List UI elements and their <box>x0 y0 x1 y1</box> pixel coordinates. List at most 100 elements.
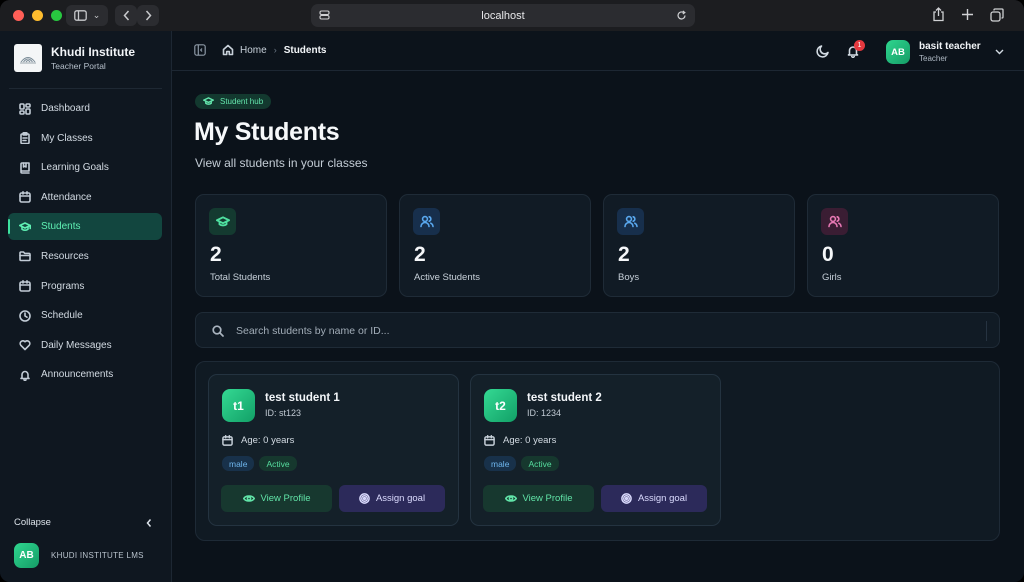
assign-goal-label: Assign goal <box>375 493 426 504</box>
view-profile-button[interactable]: View Profile <box>221 485 332 512</box>
window-controls <box>13 10 62 21</box>
search-divider <box>986 321 987 341</box>
brand[interactable]: Khudi Institute Teacher Portal <box>14 44 135 72</box>
sidebar-item-label: Learning Goals <box>41 162 109 174</box>
sidebar-item-programs[interactable]: Programs <box>8 273 162 300</box>
user-role: Teacher <box>919 54 948 63</box>
user-menu[interactable]: AB basit teacher Teacher <box>886 40 1004 64</box>
reload-icon[interactable] <box>676 10 687 21</box>
student-id: ID: 1234 <box>527 408 562 418</box>
sidebar-item-daily-messages[interactable]: Daily Messages <box>8 332 162 359</box>
back-button[interactable] <box>115 5 137 26</box>
sidebar-item-students[interactable]: Students <box>8 213 162 241</box>
site-settings-icon <box>319 10 330 20</box>
stat-label: Boys <box>618 272 640 283</box>
maximize-window-button[interactable] <box>51 10 62 21</box>
share-icon[interactable] <box>932 7 945 22</box>
sidebar-item-announcements[interactable]: Announcements <box>8 361 162 388</box>
stat-icon-bg <box>617 208 644 235</box>
footer-label: KHUDI INSTITUTE LMS <box>51 551 144 560</box>
student-age-text: Age: 0 years <box>503 435 557 446</box>
sidebar-item-label: My Classes <box>41 132 93 144</box>
calendar-icon <box>19 191 31 204</box>
sidebar-item-label: Programs <box>41 280 85 292</box>
graduation-cap-icon <box>203 97 214 105</box>
moon-icon <box>816 45 829 58</box>
search-bar <box>195 312 1000 348</box>
clock-icon <box>19 309 31 322</box>
graduation-cap-icon <box>19 222 31 231</box>
stat-label: Girls <box>822 272 842 283</box>
theme-toggle-button[interactable] <box>816 44 830 63</box>
collapse-button[interactable]: Collapse <box>14 517 156 528</box>
brand-logo <box>14 44 42 72</box>
user-name: basit teacher <box>919 41 981 52</box>
student-avatar: t1 <box>222 389 255 422</box>
dashboard-icon <box>19 102 31 115</box>
home-icon <box>222 44 234 56</box>
page-title: My Students <box>194 118 340 146</box>
search-input[interactable] <box>230 319 984 343</box>
browser-toolbar: ⌄ localhost <box>0 0 1024 31</box>
sidebar-item-dashboard[interactable]: Dashboard <box>8 95 162 122</box>
clipboard-icon <box>20 132 30 145</box>
divider <box>9 88 162 89</box>
page-subtitle: View all students in your classes <box>195 156 368 170</box>
calendar-icon <box>222 435 233 446</box>
sidebar-item-label: Schedule <box>41 310 83 322</box>
breadcrumb-current: Students <box>283 44 327 56</box>
sidebar-item-attendance[interactable]: Attendance <box>8 184 162 211</box>
topbar: Home › Students 1 AB basit teacher Teach… <box>172 31 1024 71</box>
view-profile-button[interactable]: View Profile <box>483 485 594 512</box>
minimize-window-button[interactable] <box>32 10 43 21</box>
url-text: localhost <box>481 9 525 22</box>
students-panel: t1 test student 1 ID: st123 Age: 0 years… <box>195 361 1000 541</box>
heart-icon <box>19 340 31 351</box>
assign-goal-button[interactable]: Assign goal <box>601 485 707 512</box>
student-age: Age: 0 years <box>484 435 556 446</box>
new-tab-icon[interactable] <box>961 8 974 21</box>
stat-card-girls: 0 Girls <box>807 194 999 297</box>
status-badge: Active <box>521 456 559 471</box>
sidebar-toggle-button[interactable]: ⌄ <box>66 5 108 26</box>
avatar: AB <box>886 40 910 64</box>
sidebar-footer: AB KHUDI INSTITUTE LMS <box>14 543 144 568</box>
stat-card-total-students: 2 Total Students <box>195 194 387 297</box>
close-window-button[interactable] <box>13 10 24 21</box>
stat-value: 2 <box>414 243 426 266</box>
gender-badge: male <box>484 456 517 471</box>
student-name: test student 1 <box>265 392 340 404</box>
stat-value: 2 <box>618 243 630 266</box>
panel-toggle-icon[interactable] <box>194 44 206 56</box>
book-icon <box>20 161 30 174</box>
assign-goal-button[interactable]: Assign goal <box>339 485 445 512</box>
brand-name: Khudi Institute <box>51 45 135 59</box>
student-age-text: Age: 0 years <box>241 435 295 446</box>
student-card: t1 test student 1 ID: st123 Age: 0 years… <box>208 374 459 526</box>
bell-icon <box>20 370 30 381</box>
avatar[interactable]: AB <box>14 543 39 568</box>
sidebar-item-schedule[interactable]: Schedule <box>8 302 162 329</box>
users-icon <box>827 215 842 228</box>
address-bar[interactable]: localhost <box>311 4 695 27</box>
sidebar-item-resources[interactable]: Resources <box>8 243 162 270</box>
logo-icon <box>20 57 36 64</box>
gender-badge: male <box>222 456 255 471</box>
sidebar-item-learning-goals[interactable]: Learning Goals <box>8 154 162 181</box>
graduation-cap-icon <box>215 215 230 226</box>
tab-overview-icon[interactable] <box>990 8 1004 22</box>
sidebar-item-my-classes[interactable]: My Classes <box>8 125 162 152</box>
sidebar-item-label: Announcements <box>41 369 114 381</box>
forward-button[interactable] <box>137 5 159 26</box>
student-id: ID: st123 <box>265 408 302 418</box>
eye-icon <box>504 495 517 502</box>
status-badge: Active <box>259 456 297 471</box>
notifications-button[interactable]: 1 <box>846 40 865 63</box>
folder-icon <box>19 251 31 262</box>
student-hub-pill: Student hub <box>195 94 272 109</box>
stat-label: Active Students <box>414 272 481 283</box>
stat-icon-bg <box>209 208 236 235</box>
main-content: Student hub My Students View all student… <box>172 72 1024 582</box>
breadcrumb-home[interactable]: Home <box>240 45 267 56</box>
sidebar-item-label: Resources <box>41 250 89 262</box>
